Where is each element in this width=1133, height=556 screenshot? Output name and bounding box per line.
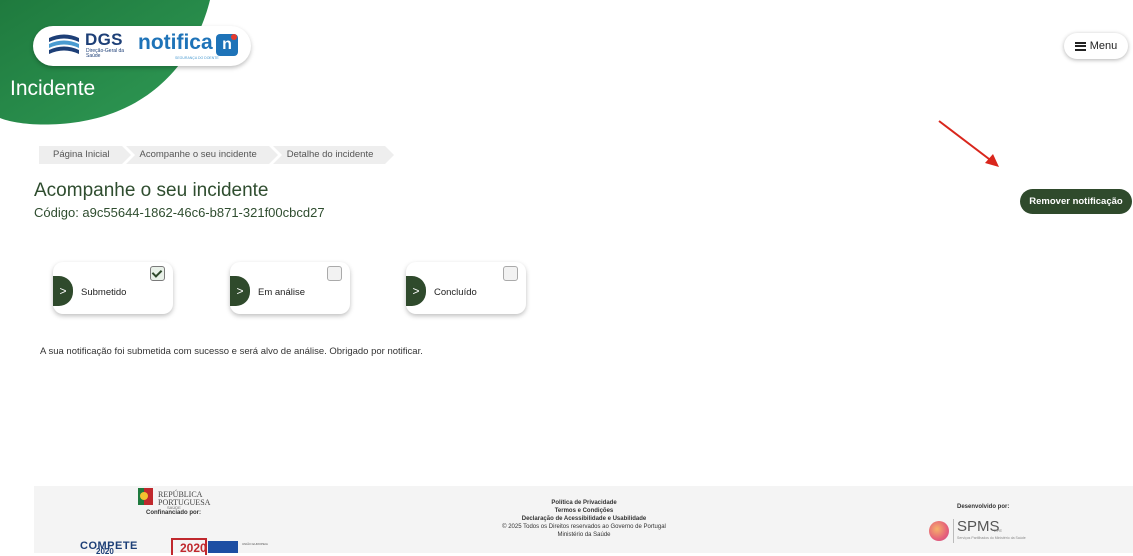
compete-year: 2020 <box>96 547 114 556</box>
terms-link[interactable]: Termos e Condições <box>464 507 704 515</box>
remove-notification-button[interactable]: Remover notificação <box>1020 189 1132 214</box>
step-submitted: > Submetido <box>53 262 173 314</box>
portuguesa-text: PORTUGUESA <box>158 498 211 507</box>
step-arrow-icon: > <box>230 276 250 306</box>
spms-divider <box>953 519 954 543</box>
step-checkbox <box>503 266 518 281</box>
dgs-subtitle: Direção-Geral da Saúde <box>86 48 125 59</box>
footer: REPÚBLICA PORTUGUESA SAÚDE Confinanciado… <box>34 486 1133 556</box>
republica-shield-icon <box>138 488 153 505</box>
step-label: Submetido <box>81 287 127 298</box>
incident-code: Código: a9c55644-1862-46c6-b871-321f00cb… <box>34 205 325 220</box>
notifica-wordmark: notifica <box>138 31 213 54</box>
step-concluded: > Concluído <box>406 262 526 314</box>
hamburger-icon <box>1074 41 1086 51</box>
notifica-subtitle: SEGURANÇA DO DOENTE <box>175 56 219 60</box>
step-in-analysis: > Em análise <box>230 262 350 314</box>
step-arrow-icon: > <box>53 276 73 306</box>
app-logo[interactable]: DGS Direção-Geral da Saúde notifica SEGU… <box>33 26 251 66</box>
breadcrumb-incident-detail[interactable]: Detalhe do incidente <box>272 146 394 164</box>
ministry-text: Ministério da Saúde <box>557 532 611 538</box>
step-arrow-icon: > <box>406 276 426 306</box>
cofinanced-label: Confinanciado por: <box>146 510 201 516</box>
developed-by-label: Desenvolvido por: <box>957 504 1010 510</box>
eu-flag-icon <box>208 541 238 553</box>
status-message: A sua notificação foi submetida com suce… <box>40 346 423 357</box>
copyright-text: © 2025 Todos os Direitos reservados ao G… <box>502 524 666 530</box>
step-checkbox-checked <box>150 266 165 281</box>
footer-links: Política de Privacidade Termos e Condiçõ… <box>464 499 704 539</box>
menu-label: Menu <box>1089 40 1118 52</box>
breadcrumb: Página Inicial Acompanhe o seu incidente… <box>39 146 394 164</box>
step-checkbox <box>327 266 342 281</box>
dgs-logo-icon <box>49 34 79 54</box>
notifica-dot-icon <box>231 34 237 40</box>
page-title: Acompanhe o seu incidente <box>34 180 269 201</box>
accessibility-link[interactable]: Declaração de Acessibilidade e Usabilida… <box>464 515 704 523</box>
menu-button[interactable]: Menu <box>1064 33 1128 59</box>
eu-text: UNIÃO EUROPEIA <box>242 542 268 546</box>
privacy-policy-link[interactable]: Política de Privacidade <box>464 499 704 507</box>
republica-portuguesa-logo: REPÚBLICA PORTUGUESA <box>158 491 210 507</box>
spms-subtitle: Serviços Partilhados do Ministério da Sa… <box>957 536 1026 540</box>
annotation-arrow-icon <box>938 120 999 167</box>
dgs-wordmark: DGS <box>85 30 123 49</box>
spms-suffix: EPE <box>994 528 1003 533</box>
step-label: Em análise <box>258 287 305 298</box>
breadcrumb-home[interactable]: Página Inicial <box>39 146 130 164</box>
spms-logo-icon <box>929 521 949 541</box>
step-label: Concluído <box>434 287 477 298</box>
page-section-title: Incidente <box>10 77 96 100</box>
breadcrumb-track-incident[interactable]: Acompanhe o seu incidente <box>125 146 279 164</box>
